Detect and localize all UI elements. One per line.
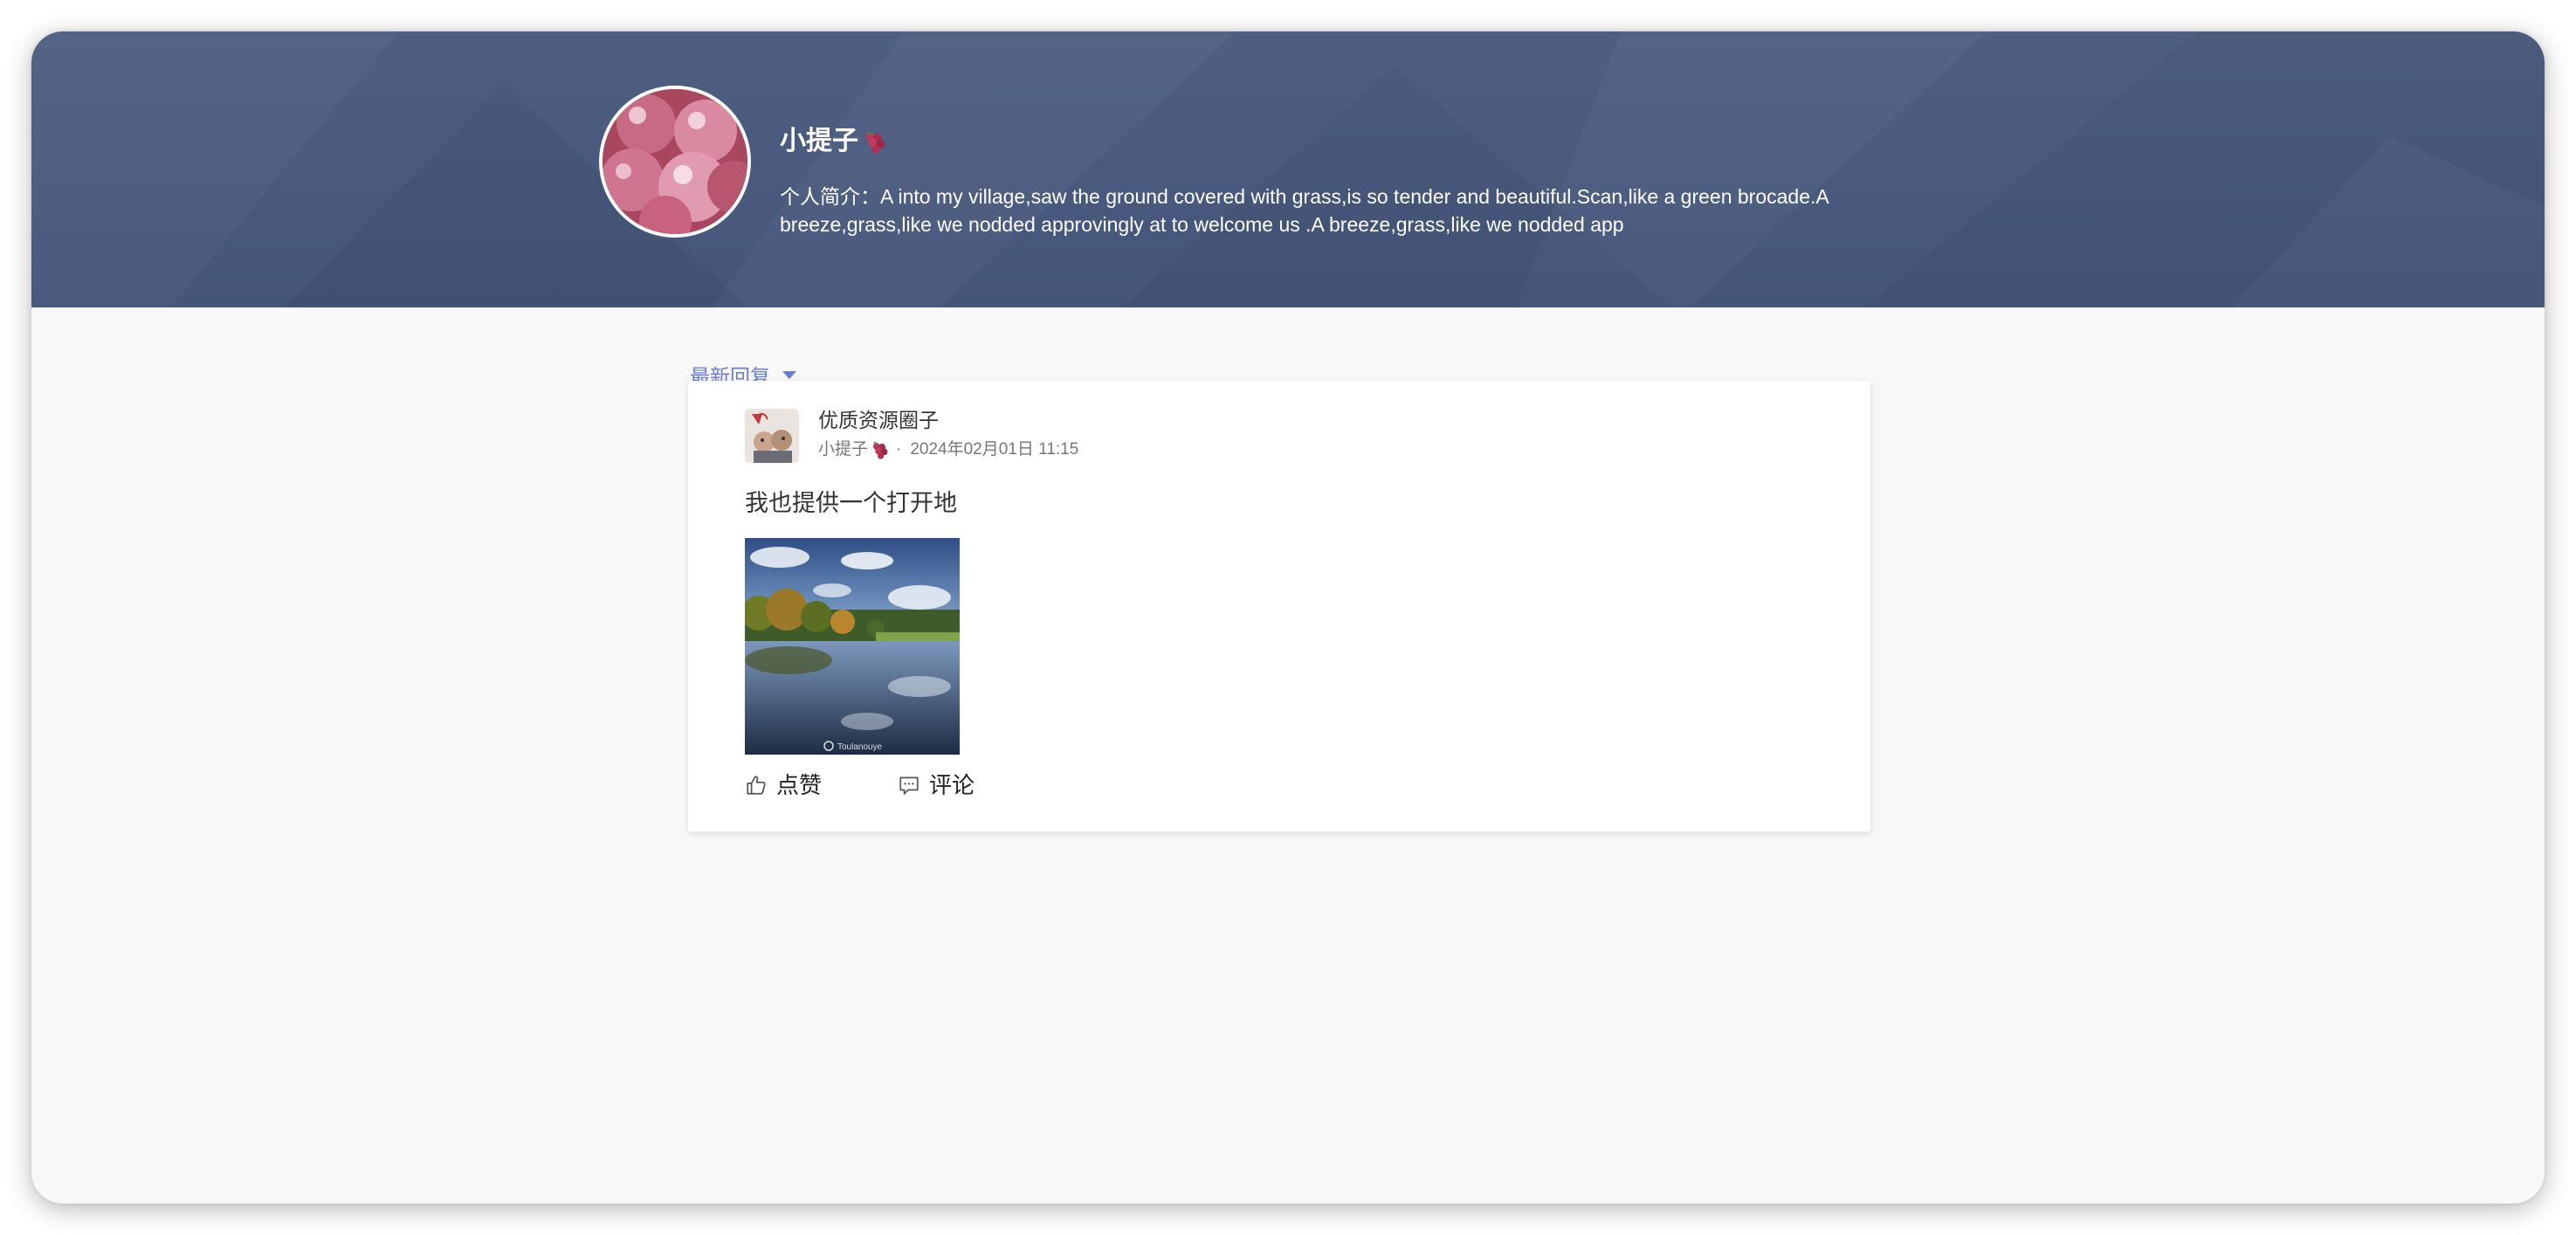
post-date: 2024年02月01日 11:15	[910, 440, 1079, 459]
profile-name: 小提子	[780, 126, 886, 157]
profile-bio: 个人简介：A into my village,saw the ground co…	[780, 185, 1829, 236]
grape-emoji-icon	[872, 441, 888, 459]
profile-banner: 小提子 个人简介：A into my village,saw the groun…	[31, 31, 2545, 307]
post-card[interactable]: 优质资源圈子 小提子 · 2024年02月01日 11:15 我也提供一个打开地	[688, 381, 1870, 831]
profile-avatar[interactable]	[599, 86, 751, 238]
app-window: 小提子 个人简介：A into my village,saw the groun…	[31, 31, 2545, 1204]
comment-button[interactable]: 评论	[898, 771, 975, 799]
circle-avatar[interactable]	[745, 409, 799, 463]
post-author[interactable]: 小提子	[818, 438, 868, 461]
post-text: 我也提供一个打开地	[745, 490, 957, 516]
profile-name-text: 小提子	[780, 127, 858, 155]
image-watermark: Toulanouye	[837, 742, 883, 752]
like-label: 点赞	[776, 772, 823, 798]
post-image[interactable]: Toulanouye	[745, 538, 960, 755]
comment-label: 评论	[929, 772, 975, 798]
banner-pattern	[285, 66, 1673, 307]
grape-emoji-icon	[866, 131, 885, 154]
comment-bubble-icon	[899, 776, 919, 795]
post-meta: 小提子 · 2024年02月01日 11:15	[818, 438, 1078, 461]
caret-down-icon	[782, 370, 796, 379]
thumbs-up-icon	[747, 776, 766, 795]
like-button[interactable]: 点赞	[745, 771, 822, 799]
meta-separator: ·	[896, 440, 902, 459]
circle-name-link[interactable]: 优质资源圈子	[818, 407, 939, 433]
